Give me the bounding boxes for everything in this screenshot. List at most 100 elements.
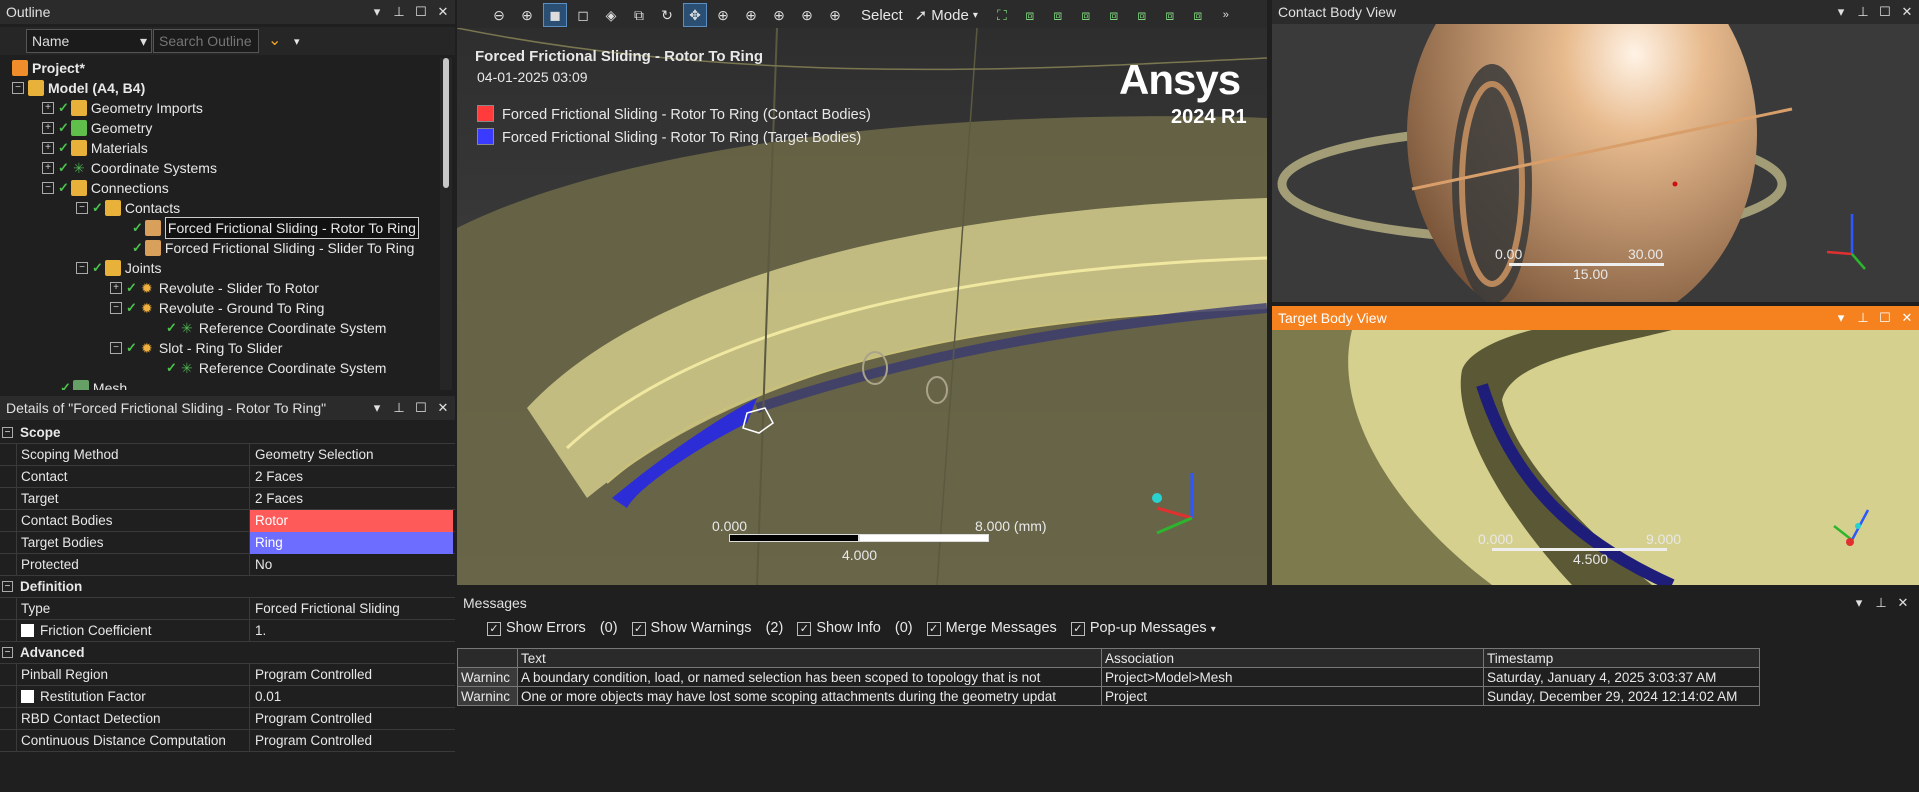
select-body-icon[interactable]: ⧈: [1074, 3, 1098, 27]
contact-body-view[interactable]: 0.00 30.00 15.00: [1272, 24, 1919, 302]
maximize-icon[interactable]: ☐: [1877, 306, 1893, 330]
details-row[interactable]: Contact Bodies Rotor: [0, 510, 455, 532]
close-icon[interactable]: ✕: [435, 396, 451, 420]
property-value[interactable]: Program Controlled: [250, 664, 453, 686]
tree-item-geometry-imports[interactable]: + ✓ Geometry Imports: [42, 98, 203, 118]
zoom-box-icon[interactable]: ⊕: [739, 3, 763, 27]
tree-item-connections[interactable]: − ✓ Connections: [42, 178, 169, 198]
collapse-icon[interactable]: −: [76, 262, 88, 274]
details-row[interactable]: Restitution Factor 0.01: [0, 686, 455, 708]
graphics-viewport[interactable]: Forced Frictional Sliding - Rotor To Rin…: [457, 28, 1267, 585]
show-info-toggle[interactable]: ✓ Show Info (0): [797, 620, 913, 636]
tree-item-reference-cs-1[interactable]: ✓ ✳ Reference Coordinate System: [166, 318, 386, 338]
tree-item-contact-rotor-ring[interactable]: ✓ Forced Frictional Sliding - Rotor To R…: [132, 217, 419, 239]
filter-select[interactable]: Name ▾: [26, 29, 152, 53]
tree-item-revolute-ground-ring[interactable]: − ✓ ✹ Revolute - Ground To Ring: [110, 298, 324, 318]
zoom-icon[interactable]: ⊕: [711, 3, 735, 27]
property-value[interactable]: 0.01: [250, 686, 453, 708]
rotate-icon[interactable]: ↻: [655, 3, 679, 27]
section-advanced[interactable]: − Advanced: [0, 642, 455, 664]
merge-messages-toggle[interactable]: ✓ Merge Messages: [926, 620, 1057, 636]
dropdown-icon[interactable]: ▾: [1851, 591, 1867, 615]
zoom-in-icon[interactable]: ⊕: [515, 3, 539, 27]
checkbox-checked[interactable]: ✓: [1070, 622, 1085, 636]
collapse-icon[interactable]: −: [76, 202, 88, 214]
property-value[interactable]: No: [250, 554, 453, 576]
close-icon[interactable]: ✕: [435, 0, 451, 24]
collapse-icon[interactable]: −: [42, 182, 54, 194]
details-row[interactable]: Type Forced Frictional Sliding: [0, 598, 455, 620]
show-warnings-toggle[interactable]: ✓ Show Warnings (2): [631, 620, 783, 636]
details-row[interactable]: Protected No: [0, 554, 455, 576]
popup-messages-toggle[interactable]: ✓ Pop-up Messages ▾: [1070, 620, 1216, 636]
tree-item-geometry[interactable]: + ✓ Geometry: [42, 118, 152, 138]
pin-icon[interactable]: ⊥: [391, 0, 407, 24]
checkbox-checked[interactable]: ✓: [487, 622, 501, 636]
property-value[interactable]: Forced Frictional Sliding: [250, 598, 453, 620]
column-header[interactable]: Text: [517, 648, 1102, 668]
checkbox-checked[interactable]: ✓: [631, 622, 646, 636]
parameter-checkbox[interactable]: [21, 690, 34, 703]
contact-view-graphics[interactable]: [1272, 24, 1919, 302]
dropdown-icon[interactable]: ▾: [369, 0, 385, 24]
tree-item-coordinate-systems[interactable]: + ✓ ✳ Coordinate Systems: [42, 158, 217, 178]
cursor-icon[interactable]: ➚: [915, 6, 928, 24]
pin-icon[interactable]: ⊥: [1855, 306, 1871, 330]
close-icon[interactable]: ✕: [1895, 591, 1911, 615]
tree-item-joints[interactable]: − ✓ Joints: [76, 258, 161, 278]
property-value[interactable]: 2 Faces: [250, 488, 453, 510]
funnel-icon[interactable]: ⌄: [268, 30, 281, 50]
property-value[interactable]: Program Controlled: [250, 730, 453, 752]
pin-icon[interactable]: ⊥: [1873, 591, 1889, 615]
details-row[interactable]: Pinball Region Program Controlled: [0, 664, 455, 686]
chevron-down-icon[interactable]: ▾: [294, 35, 300, 48]
select-edge-icon[interactable]: ⧈: [1018, 3, 1042, 27]
details-row[interactable]: Friction Coefficient 1.: [0, 620, 455, 642]
parameter-checkbox[interactable]: [21, 624, 34, 637]
select-element-face-icon[interactable]: ⧈: [1158, 3, 1182, 27]
tree-item-project[interactable]: Project*: [12, 58, 85, 78]
mode-dropdown[interactable]: Mode: [931, 7, 969, 24]
select-vertex-icon[interactable]: ⛶: [990, 3, 1014, 27]
checkbox-checked[interactable]: ✓: [926, 622, 941, 636]
tree-item-mesh[interactable]: ✓ Mesh: [60, 378, 127, 390]
details-row[interactable]: Contact 2 Faces: [0, 466, 455, 488]
tree-item-contacts[interactable]: − ✓ Contacts: [76, 198, 180, 218]
column-header[interactable]: [457, 648, 518, 668]
pin-icon[interactable]: ⊥: [1855, 0, 1871, 24]
property-value[interactable]: 1.: [250, 620, 453, 642]
search-outline-input[interactable]: [153, 29, 259, 53]
maximize-icon[interactable]: ☐: [1877, 0, 1893, 24]
expand-icon[interactable]: +: [42, 162, 54, 174]
chevron-down-icon[interactable]: ▾: [1211, 624, 1216, 635]
expand-icon[interactable]: +: [42, 122, 54, 134]
outline-scrollbar[interactable]: [440, 58, 452, 390]
target-view-graphics[interactable]: [1272, 330, 1919, 585]
property-value[interactable]: 2 Faces: [250, 466, 453, 488]
target-body-view[interactable]: 0.000 9.000 4.500: [1272, 330, 1919, 585]
maximize-icon[interactable]: ☐: [413, 396, 429, 420]
pan-icon[interactable]: ✥: [683, 3, 707, 27]
zoom-fit-icon[interactable]: ⊕: [767, 3, 791, 27]
shaded-view-icon[interactable]: ◼: [543, 3, 567, 27]
tree-item-reference-cs-2[interactable]: ✓ ✳ Reference Coordinate System: [166, 358, 386, 378]
details-row[interactable]: Target 2 Faces: [0, 488, 455, 510]
scrollbar-thumb[interactable]: [443, 58, 449, 188]
tree-item-slot-ring-slider[interactable]: − ✓ ✹ Slot - Ring To Slider: [110, 338, 282, 358]
zoom-out-icon[interactable]: ⊖: [487, 3, 511, 27]
select-node-icon[interactable]: ⧈: [1102, 3, 1126, 27]
toolbar-overflow-icon[interactable]: »: [1214, 3, 1238, 27]
dropdown-icon[interactable]: ▾: [1833, 306, 1849, 330]
property-value[interactable]: Ring: [250, 532, 453, 554]
tree-item-revolute-slider-rotor[interactable]: + ✓ ✹ Revolute - Slider To Rotor: [110, 278, 319, 298]
maximize-icon[interactable]: ☐: [413, 0, 429, 24]
tree-item-contact-slider-ring[interactable]: ✓ Forced Frictional Sliding - Slider To …: [132, 238, 414, 258]
column-header[interactable]: Association: [1101, 648, 1484, 668]
details-row[interactable]: Continuous Distance Computation Program …: [0, 730, 455, 752]
section-scope[interactable]: − Scope: [0, 422, 455, 444]
collapse-icon[interactable]: −: [110, 342, 122, 354]
close-icon[interactable]: ✕: [1899, 0, 1915, 24]
details-row[interactable]: RBD Contact Detection Program Controlled: [0, 708, 455, 730]
checkbox-checked[interactable]: ✓: [797, 622, 812, 636]
select-face-icon[interactable]: ⧈: [1046, 3, 1070, 27]
